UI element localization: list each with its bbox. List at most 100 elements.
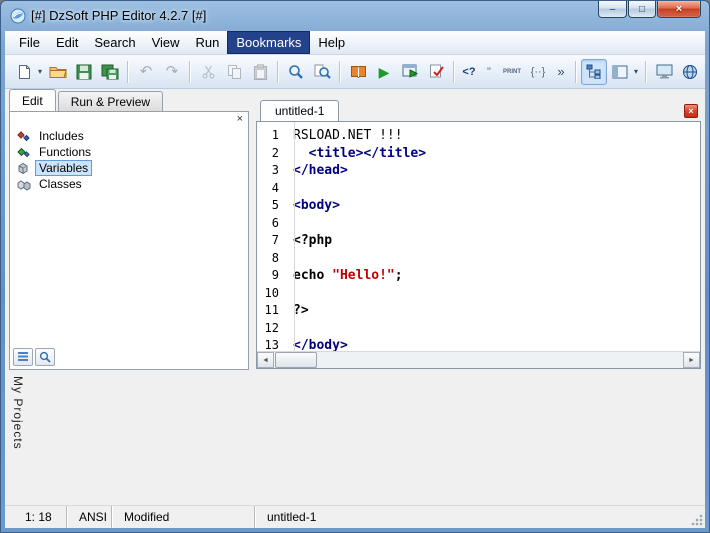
menu-file[interactable]: File [11, 31, 48, 54]
quotes-button[interactable]: " [479, 59, 499, 85]
line-number: 10 [264, 285, 279, 300]
code-explorer-panel: × Includes Functions Variables Classes [9, 111, 249, 370]
globe-icon [683, 64, 697, 79]
find-next-button[interactable] [309, 59, 335, 85]
magnifier-icon [39, 351, 51, 363]
line-number: 13 [264, 338, 279, 351]
menu-bookmarks[interactable]: Bookmarks [227, 31, 311, 54]
line-number: 7 [271, 233, 279, 247]
save-all-button[interactable] [97, 59, 123, 85]
run-in-browser-button[interactable] [397, 59, 423, 85]
code-line: 10 [257, 285, 700, 303]
editor-panel: untitled-1 × 1 RSLOAD.NET !!! 2 <title></… [256, 100, 701, 369]
undo-button[interactable]: ↶ [133, 59, 159, 85]
document-tab-untitled-1[interactable]: untitled-1 [260, 100, 340, 121]
check-syntax-icon [429, 64, 444, 78]
maximize-button[interactable]: □ [628, 1, 656, 18]
my-projects-tab[interactable]: My Projects [11, 376, 25, 516]
php-tags-button[interactable]: <? [459, 59, 479, 85]
line-number: 12 [264, 320, 279, 335]
copy-icon [227, 65, 241, 79]
find-next-icon [314, 64, 331, 79]
layout-dropdown[interactable]: ▾ [631, 67, 641, 76]
quotes-icon: " [487, 65, 491, 78]
layout-button[interactable] [607, 59, 633, 85]
document-close-button[interactable]: × [684, 104, 698, 118]
tree-item-functions[interactable]: Functions [16, 144, 244, 160]
line-number: 11 [264, 303, 279, 317]
close-button[interactable]: × [657, 1, 701, 18]
toolbar-separator [453, 60, 455, 83]
functions-icon [17, 147, 30, 157]
status-filename: untitled-1 [267, 510, 317, 524]
tab-edit[interactable]: Edit [9, 89, 56, 111]
scrollbar-thumb[interactable] [275, 352, 317, 368]
paste-icon [253, 63, 267, 80]
code-line: 1 RSLOAD.NET !!! [257, 127, 700, 145]
preview-window-button[interactable] [651, 59, 677, 85]
toolbar-separator [575, 60, 577, 83]
help-book-button[interactable] [345, 59, 371, 85]
explorer-sort-button[interactable] [13, 348, 33, 366]
braces-icon: {··} [530, 65, 546, 78]
minimize-button[interactable]: – [598, 1, 627, 18]
scroll-right-arrow[interactable]: ► [683, 352, 700, 368]
browser-button[interactable] [677, 59, 703, 85]
menu-search[interactable]: Search [86, 31, 143, 54]
resize-grip[interactable] [691, 514, 703, 526]
menu-run[interactable]: Run [188, 31, 228, 54]
scroll-left-arrow[interactable]: ◄ [257, 352, 274, 368]
code-editor[interactable]: 1 RSLOAD.NET !!! 2 <title></title> 3 </hea… [257, 122, 700, 351]
cut-button[interactable] [195, 59, 221, 85]
code-line: 13 </body> [257, 337, 700, 351]
gutter-divider [294, 122, 295, 351]
classes-icon [17, 179, 31, 191]
save-button[interactable] [71, 59, 97, 85]
php-tags-icon: <? [462, 65, 476, 78]
find-icon [289, 64, 303, 79]
menu-view[interactable]: View [144, 31, 188, 54]
tree-item-classes[interactable]: Classes [16, 176, 244, 192]
print-icon: PRINT [503, 68, 521, 75]
code-line: 8 [257, 250, 700, 268]
tree-item-label: Functions [39, 145, 92, 159]
menu-help[interactable]: Help [310, 31, 353, 54]
status-bar: 1: 18 ANSI Modified untitled-1 [5, 505, 705, 528]
tab-run-preview[interactable]: Run & Preview [57, 91, 164, 111]
toolbar-right-overflow-button[interactable]: » [703, 59, 709, 85]
code-line: 3 </head> [257, 162, 700, 180]
redo-button[interactable]: ↷ [159, 59, 185, 85]
tree-item-label: Variables [35, 160, 93, 176]
paste-button[interactable] [247, 59, 273, 85]
tree-item-includes[interactable]: Includes [16, 128, 244, 144]
explorer-close-icon[interactable]: × [237, 114, 243, 125]
tree-item-variables[interactable]: Variables [16, 160, 244, 176]
copy-button[interactable] [221, 59, 247, 85]
run-button[interactable]: ▶ [371, 59, 397, 85]
layout-panels-icon [612, 65, 628, 78]
variables-icon [18, 162, 28, 174]
code-explorer-toggle-button[interactable] [581, 58, 607, 85]
find-button[interactable] [283, 59, 309, 85]
menu-edit[interactable]: Edit [48, 31, 86, 54]
line-number: 2 [271, 145, 279, 160]
includes-icon [17, 130, 30, 141]
horizontal-scrollbar[interactable]: ◄ ► [257, 351, 700, 368]
new-document-dropdown[interactable]: ▾ [35, 67, 45, 76]
scrollbar-track[interactable] [317, 352, 683, 368]
code-line: 2 <title></title> [257, 145, 700, 163]
titlebar: [#] DzSoft PHP Editor 4.2.7 [#] – □ × [1, 1, 709, 31]
tree-view-icon [586, 64, 601, 79]
tree-item-label: Classes [39, 177, 82, 191]
code-line: 9 echo "Hello!"; [257, 267, 700, 285]
print-button[interactable]: PRINT [499, 59, 525, 85]
explorer-find-button[interactable] [35, 348, 55, 366]
new-document-button[interactable] [11, 59, 37, 85]
check-syntax-button[interactable] [423, 59, 449, 85]
editor-frame: 1 RSLOAD.NET !!! 2 <title></title> 3 </hea… [256, 122, 701, 369]
braces-button[interactable]: {··} [525, 59, 551, 85]
toolbar-overflow-button[interactable]: » [551, 59, 571, 85]
new-document-icon [18, 64, 30, 79]
book-icon [350, 66, 366, 79]
open-file-button[interactable] [45, 59, 71, 85]
